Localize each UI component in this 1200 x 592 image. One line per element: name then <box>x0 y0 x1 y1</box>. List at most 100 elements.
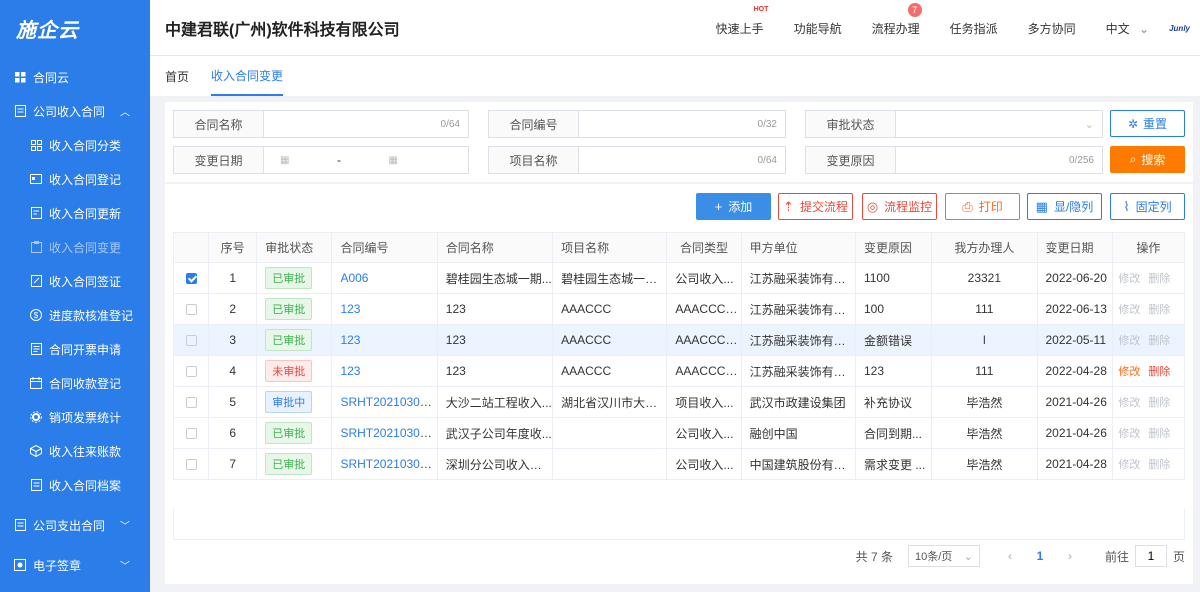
approval-status-select[interactable]: ⌄ <box>896 111 1102 137</box>
edit-link[interactable]: 修改 <box>1118 459 1140 471</box>
cell-date: 2021-04-26 <box>1036 386 1113 418</box>
sidebar-item-income-archive[interactable]: 收入合同档案 <box>0 468 150 502</box>
cell-actions: 修改 删除 <box>1111 324 1186 356</box>
cell-actions: 修改 删除 <box>1111 448 1186 480</box>
search-button[interactable]: ⌕ 搜索 <box>1110 146 1185 173</box>
prev-page-icon[interactable]: ‹ <box>995 549 1025 563</box>
header-no: 序号 <box>208 232 258 263</box>
add-button[interactable]: + 添加 <box>696 193 771 220</box>
sidebar-item-label: 收入合同分类 <box>49 138 122 153</box>
delete-link[interactable]: 删除 <box>1148 397 1170 409</box>
sidebar-item-income-category[interactable]: 收入合同分类 <box>0 128 150 162</box>
submit-process-button[interactable]: ⇡ 提交流程 <box>778 193 853 220</box>
delete-link[interactable]: 删除 <box>1148 366 1170 378</box>
cell-party: 中国建筑股份有限... <box>740 448 856 480</box>
contract-no-input[interactable] <box>579 111 758 137</box>
page-number[interactable]: 1 <box>1025 549 1055 563</box>
project-name-input[interactable] <box>579 147 758 173</box>
row-checkbox-cell <box>172 386 210 418</box>
delete-link[interactable]: 删除 <box>1148 304 1170 316</box>
edit-link[interactable]: 修改 <box>1118 366 1140 378</box>
table-row[interactable]: 5 审批中 SRHT2021030121 大沙二站工程收入... 湖北省汉川市大沙...… <box>172 386 1186 418</box>
contract-code-link[interactable]: A006 <box>340 271 368 285</box>
collab-link[interactable]: 多方协同 <box>1028 20 1076 37</box>
table-row[interactable]: 1 已审批 A006 碧桂园生态城一期... 碧桂园生态城一期... 公司收入... 江苏融… <box>172 262 1186 294</box>
edit-link[interactable]: 修改 <box>1118 304 1140 316</box>
contract-code-link[interactable]: SRHT2021030121 <box>340 395 436 409</box>
language-select[interactable]: 中文 ⌄ <box>1106 20 1149 37</box>
status-badge: 已审批 <box>265 298 313 320</box>
next-page-icon[interactable]: › <box>1055 549 1085 563</box>
contract-code-link[interactable]: 123 <box>340 302 360 316</box>
contract-name-input[interactable] <box>264 111 441 137</box>
grid-icon <box>14 71 26 83</box>
sidebar-item-e-signature[interactable]: 电子签章 ﹀ <box>0 548 150 582</box>
pin-columns-button[interactable]: ⌇ 固定列 <box>1110 193 1185 220</box>
table-row[interactable]: 4 未审批 123 123 AAACCC AAACCCH... 江苏融采装饰有限... 123… <box>172 355 1186 387</box>
sidebar-item-income-register[interactable]: 收入合同登记 <box>0 162 150 196</box>
table-row[interactable]: 3 已审批 123 123 AAACCC AAACCCH... 江苏融采装饰有限... 金额错… <box>172 324 1186 356</box>
cell-date: 2021-04-26 <box>1036 417 1113 449</box>
status-badge: 已审批 <box>265 267 313 289</box>
reset-button[interactable]: ✲ 重置 <box>1110 110 1185 137</box>
contract-no-field: 合同编号 0/32 <box>488 110 786 138</box>
row-checkbox[interactable] <box>185 273 197 285</box>
cell-no: 2 <box>208 293 258 325</box>
row-checkbox[interactable] <box>185 366 197 378</box>
row-checkbox[interactable] <box>185 459 197 471</box>
row-checkbox[interactable] <box>185 335 197 347</box>
change-reason-input[interactable] <box>896 147 1069 173</box>
cell-project: AAACCC <box>552 355 668 387</box>
process-monitor-button[interactable]: ◎ 流程监控 <box>862 193 937 220</box>
task-link[interactable]: 任务指派 <box>950 20 998 37</box>
edit-link[interactable]: 修改 <box>1118 397 1140 409</box>
tab-income-change[interactable]: 收入合同变更 <box>211 56 284 96</box>
goto-page-input[interactable] <box>1134 545 1167 567</box>
sidebar-item-income-change[interactable]: 收入合同变更 <box>0 230 150 264</box>
sidebar-item-contract-cloud[interactable]: 合同云 <box>0 60 150 94</box>
sidebar-item-progress-approval[interactable]: $ 进度款核准登记 <box>0 298 150 332</box>
sidebar-item-output-invoice[interactable]: 销项发票统计 <box>0 400 150 434</box>
delete-link[interactable]: 删除 <box>1148 428 1170 440</box>
row-checkbox[interactable] <box>185 428 197 440</box>
change-date-range[interactable]: ▦ - ▦ <box>264 147 468 173</box>
page-size-select[interactable]: 10条/页 ⌄ <box>907 545 980 567</box>
search-icon: ⌕ <box>1129 152 1137 166</box>
contract-code-link[interactable]: SRHT2021030125 <box>340 426 436 440</box>
table-row[interactable]: 2 已审批 123 123 AAACCC AAACCCH... 江苏融采装饰有限... 100… <box>172 293 1186 325</box>
sidebar-item-receipt-register[interactable]: 合同收款登记 <box>0 366 150 400</box>
cell-status: 已审批 <box>256 324 333 356</box>
delete-link[interactable]: 删除 <box>1148 273 1170 285</box>
contract-code-link[interactable]: SRHT2021030124 <box>340 457 436 471</box>
sidebar-item-income-visa[interactable]: 收入合同签证 <box>0 264 150 298</box>
hot-badge: HOT <box>753 5 769 13</box>
contract-code-link[interactable]: 123 <box>340 333 360 347</box>
print-button[interactable]: ⎙ 打印 <box>945 193 1020 220</box>
delete-link[interactable]: 删除 <box>1148 459 1170 471</box>
process-link[interactable]: 7 流程办理 <box>872 2 922 37</box>
search-panel: 合同名称 0/64 合同编号 0/32 审批状态 ⌄ ✲ 重置 变更日期 ▦ -… <box>165 102 1193 182</box>
delete-link[interactable]: 删除 <box>1148 335 1170 347</box>
sidebar-item-invoice-apply[interactable]: 合同开票申请 <box>0 332 150 366</box>
row-checkbox-cell <box>172 262 210 294</box>
edit-link[interactable]: 修改 <box>1118 428 1140 440</box>
edit-link[interactable]: 修改 <box>1118 273 1140 285</box>
tab-home[interactable]: 首页 <box>165 56 189 96</box>
table-row[interactable]: 6 已审批 SRHT2021030125 武汉子公司年度收... 公司收入... 融创中国… <box>172 417 1186 449</box>
sidebar-item-expense-contract[interactable]: 公司支出合同 ﹀ <box>0 508 150 542</box>
collab-label: 多方协同 <box>1027 21 1076 36</box>
sidebar-item-income-contract[interactable]: 公司收入合同 ︿ <box>0 94 150 128</box>
edit-link[interactable]: 修改 <box>1118 335 1140 347</box>
row-checkbox[interactable] <box>185 304 197 316</box>
contract-code-link[interactable]: 123 <box>340 364 360 378</box>
toggle-columns-button[interactable]: ▦ 显/隐列 <box>1027 193 1102 220</box>
table-row[interactable]: 7 已审批 SRHT2021030124 深圳分公司收入合同 公司收入... 中国建筑股份… <box>172 448 1186 480</box>
sidebar-item-income-accounts[interactable]: 收入往来账款 <box>0 434 150 468</box>
pin-label: 固定列 <box>1135 200 1172 214</box>
row-checkbox-cell <box>172 293 210 325</box>
function-nav-link[interactable]: 功能导航 <box>794 20 842 37</box>
sidebar-item-income-update[interactable]: 收入合同更新 <box>0 196 150 230</box>
quick-start-link[interactable]: HOT 快速上手 <box>716 6 769 37</box>
row-checkbox[interactable] <box>185 397 197 409</box>
cell-actions: 修改 删除 <box>1111 386 1186 418</box>
